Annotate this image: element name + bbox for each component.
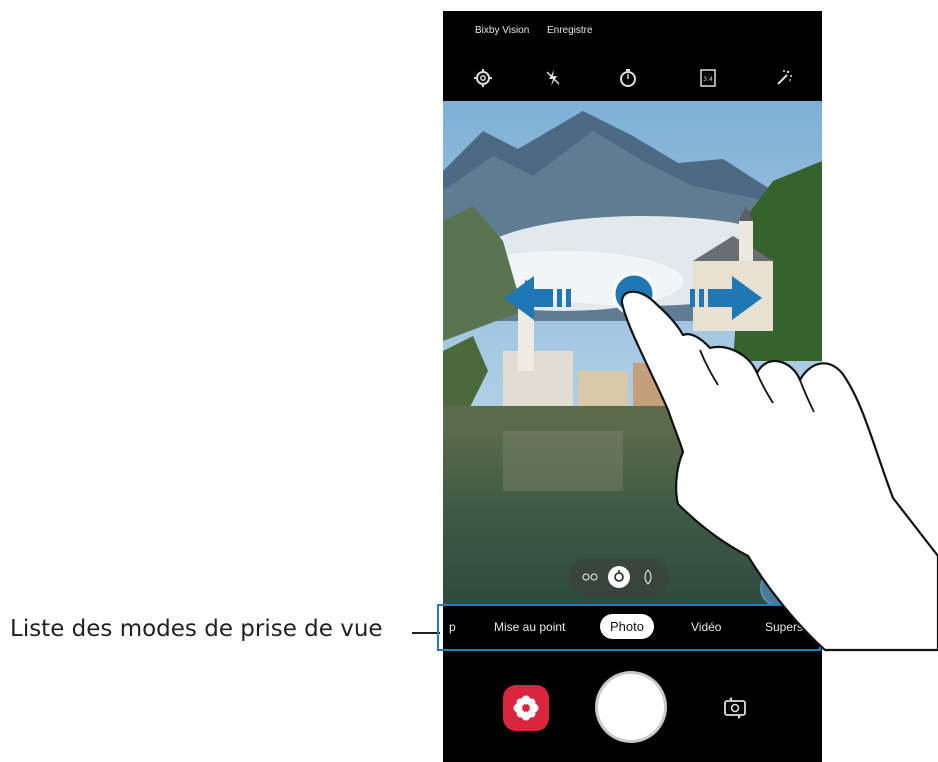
effects-flower-icon[interactable] [503, 685, 549, 731]
filters-icon[interactable] [772, 67, 794, 89]
flash-off-icon[interactable] [542, 67, 564, 89]
callout-leader-line [412, 632, 440, 634]
camera-controls [443, 652, 822, 762]
switch-camera-icon[interactable] [719, 692, 751, 724]
camera-top-bar: Bixby Vision Enregistre 3:4 [443, 11, 822, 101]
shutter-button[interactable] [598, 674, 664, 740]
timer-off-icon[interactable] [617, 67, 639, 89]
camera-viewfinder[interactable] [443, 101, 822, 605]
bixby-vision-label[interactable]: Bixby Vision [475, 25, 529, 36]
settings-icon[interactable] [472, 67, 494, 89]
record-label[interactable]: Enregistre [547, 25, 593, 36]
ultra-wide-lens-icon[interactable] [579, 566, 601, 588]
mode-list-callout-label: Liste des modes de prise de vue [10, 616, 383, 642]
mode-list-highlight-box [437, 604, 821, 651]
telephoto-lens-icon[interactable] [637, 566, 659, 588]
lake-village-scene [443, 101, 822, 605]
svg-text:3:4: 3:4 [703, 76, 713, 83]
zoom-lens-selector [569, 558, 669, 596]
aspect-ratio-icon[interactable]: 3:4 [697, 67, 719, 89]
wide-lens-icon[interactable] [608, 566, 630, 588]
gallery-thumbnail[interactable] [760, 569, 798, 605]
